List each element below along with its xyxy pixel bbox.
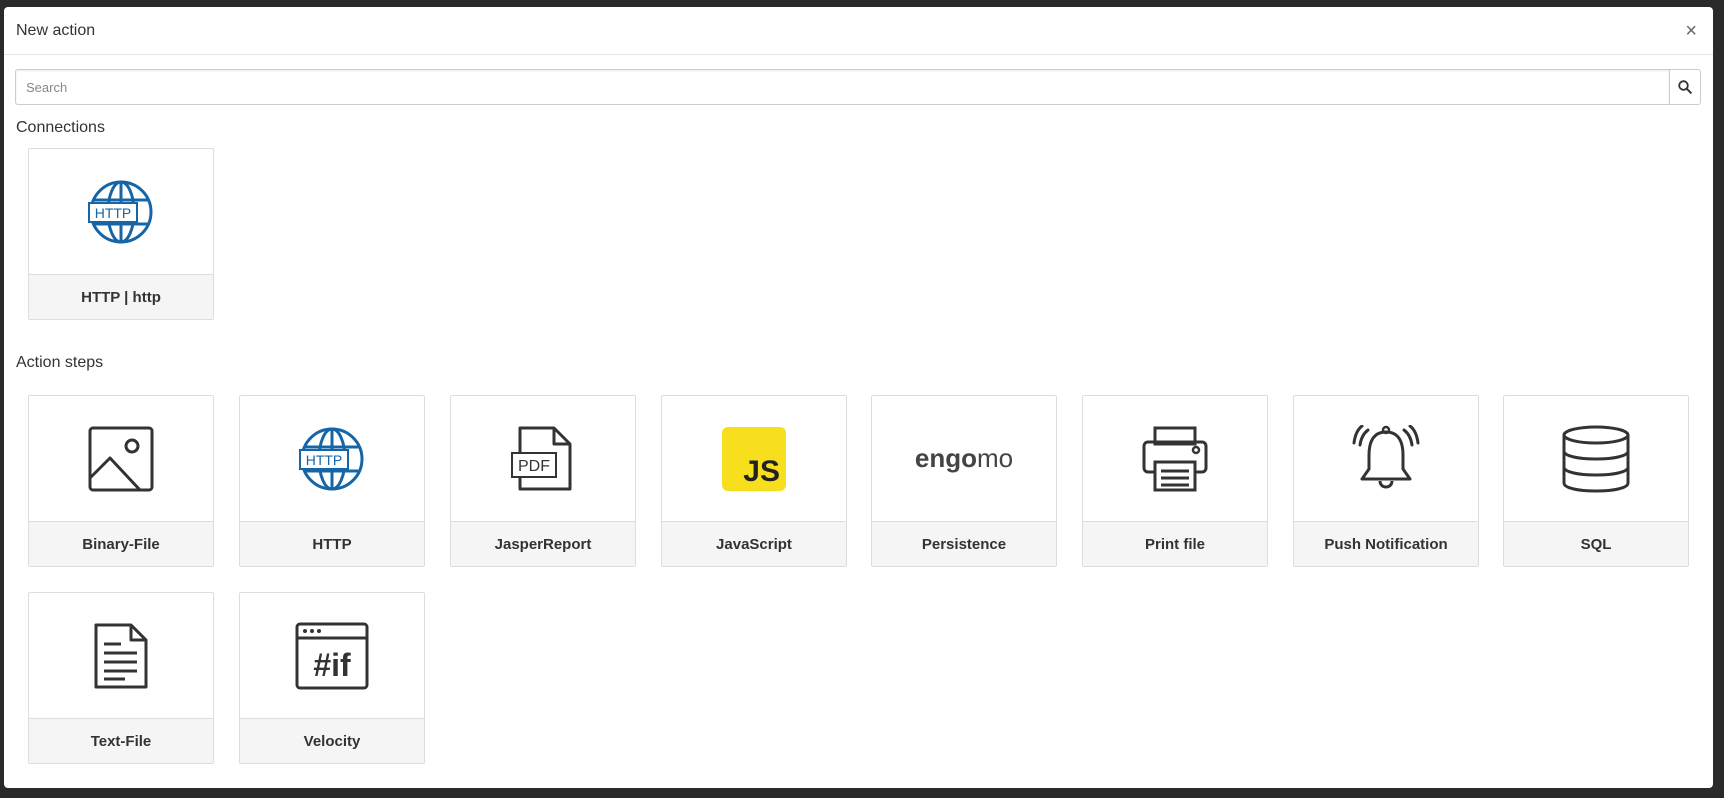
js-logo-icon: JS — [722, 426, 786, 491]
card-label: HTTP | http — [29, 275, 213, 319]
card-velocity[interactable]: #if Velocity — [239, 592, 425, 764]
new-action-dialog: New action × Connections HT — [4, 7, 1713, 788]
http-globe-icon: HTTP — [299, 427, 364, 490]
card-label: JasperReport — [451, 522, 635, 566]
database-icon — [1562, 425, 1630, 493]
card-connection-http[interactable]: HTTP HTTP | http — [28, 148, 214, 320]
svg-text:HTTP: HTTP — [306, 452, 343, 468]
card-label: HTTP — [240, 522, 424, 566]
card-persistence[interactable]: engomo Persistence — [871, 395, 1057, 567]
card-label: JavaScript — [662, 522, 846, 566]
card-label: Print file — [1083, 522, 1267, 566]
svg-text:HTTP: HTTP — [95, 205, 132, 221]
dialog-title: New action — [16, 21, 96, 39]
search-input[interactable] — [15, 69, 1669, 105]
card-label: Text-File — [29, 719, 213, 763]
pdf-file-icon: PDF — [511, 426, 572, 490]
search-icon — [1678, 80, 1692, 94]
card-push-notification[interactable]: Push Notification — [1293, 395, 1479, 567]
card-http[interactable]: HTTP HTTP — [239, 395, 425, 567]
text-file-icon — [94, 623, 148, 688]
card-binary-file[interactable]: Binary-File — [28, 395, 214, 567]
card-label: Push Notification — [1294, 522, 1478, 566]
card-jasperreport[interactable]: PDF JasperReport — [450, 395, 636, 567]
card-print-file[interactable]: Print file — [1082, 395, 1268, 567]
search-bar — [15, 69, 1701, 105]
section-title-connections: Connections — [16, 119, 105, 136]
card-javascript[interactable]: JS JavaScript — [661, 395, 847, 567]
dialog-header: New action × — [4, 7, 1713, 55]
card-label: Velocity — [240, 719, 424, 763]
svg-text:#if: #if — [313, 647, 351, 683]
velocity-template-icon: #if — [295, 622, 369, 689]
image-icon — [88, 426, 154, 491]
http-globe-icon: HTTP — [88, 180, 153, 243]
card-label: Persistence — [872, 522, 1056, 566]
close-button[interactable]: × — [1681, 19, 1701, 43]
bell-icon — [1352, 424, 1420, 488]
card-sql[interactable]: SQL — [1503, 395, 1689, 567]
engomo-logo-icon: engomo — [914, 443, 1014, 473]
search-button[interactable] — [1669, 69, 1701, 105]
card-label: SQL — [1504, 522, 1688, 566]
svg-text:PDF: PDF — [518, 458, 550, 475]
card-label: Binary-File — [29, 522, 213, 566]
card-text-file[interactable]: Text-File — [28, 592, 214, 764]
printer-icon — [1142, 426, 1208, 491]
section-title-action-steps: Action steps — [16, 354, 104, 371]
